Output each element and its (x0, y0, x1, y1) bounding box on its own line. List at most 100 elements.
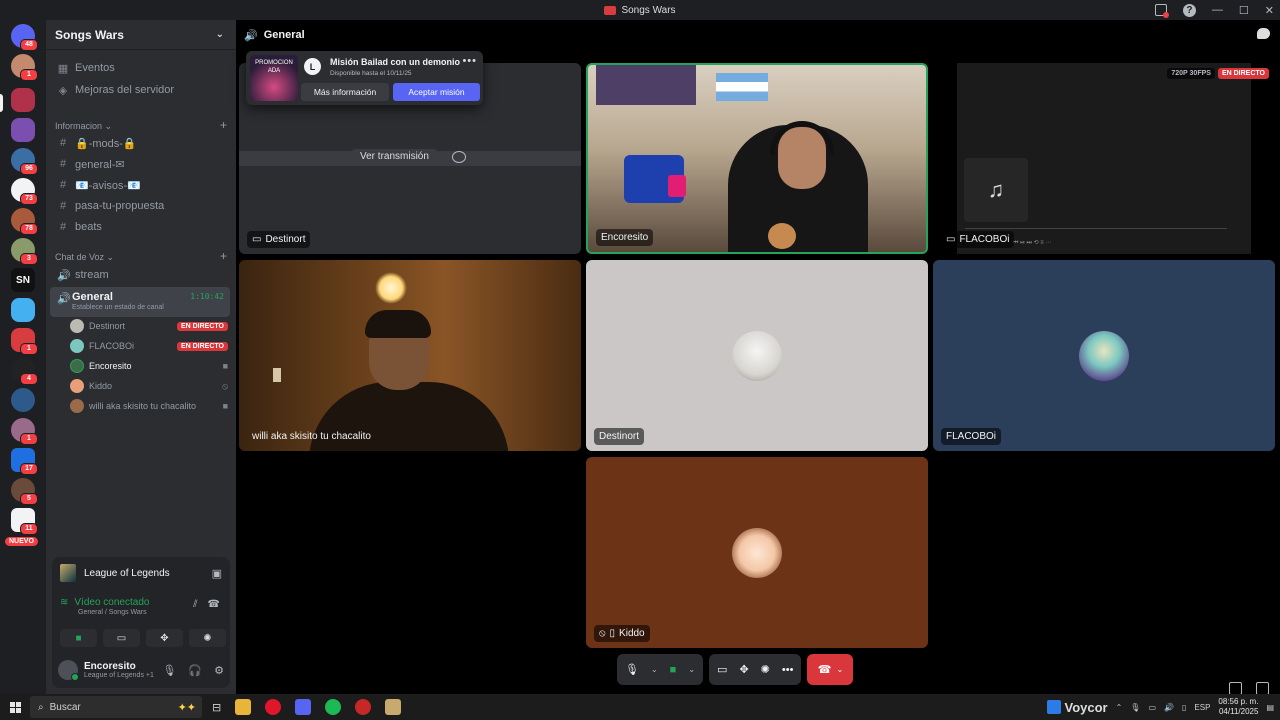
screen-share-icon[interactable]: ▭ (717, 663, 727, 676)
voycor-icon (1047, 700, 1062, 714)
avatar-tile-destinort[interactable]: Destinort (586, 260, 928, 451)
inbox-icon[interactable] (1154, 4, 1169, 18)
voice-user[interactable]: Kiddo ⦸ (70, 377, 228, 395)
category-name: Informacion (55, 121, 103, 131)
volume-icon[interactable]: 🔊 (1164, 703, 1174, 712)
category-informacion[interactable]: Informacion ⌄ + (55, 119, 227, 132)
windows-start-icon[interactable] (0, 701, 30, 713)
channel-avisos[interactable]: # 📧-avisos-📧 (52, 175, 230, 195)
help-icon[interactable]: ? (1182, 3, 1196, 17)
more-options-icon[interactable]: ••• (782, 664, 794, 676)
gear-icon[interactable]: ⚙ (214, 664, 224, 677)
server-icon[interactable]: 1 (11, 54, 38, 81)
activities-button[interactable]: ✥ (146, 629, 183, 647)
language-indicator[interactable]: ESP (1194, 703, 1210, 712)
server-icon[interactable]: 3 (11, 238, 38, 265)
soundboard-icon[interactable]: ✺ (761, 663, 770, 676)
video-tile-encoresito[interactable]: Encoresito (586, 63, 928, 254)
activities-icon[interactable]: ✥ (739, 663, 748, 676)
camera-icon[interactable]: ■ (670, 664, 677, 676)
server-icon[interactable]: 96 (11, 148, 38, 175)
camera-button[interactable]: ■ (60, 629, 97, 647)
watch-stream-button[interactable]: Ver transmisión (352, 149, 437, 164)
mic-tray-icon[interactable]: 🎙 (1130, 703, 1140, 712)
avatar[interactable] (58, 660, 79, 681)
chevron-up-icon[interactable]: ⌃ (1116, 703, 1123, 712)
server-icon[interactable] (11, 118, 35, 142)
channel-beats[interactable]: # beats (52, 217, 230, 237)
add-channel-icon[interactable]: + (220, 250, 227, 263)
maximize-button[interactable]: ☐ (1239, 4, 1249, 17)
server-icon[interactable] (11, 388, 35, 412)
close-button[interactable]: ✕ (1265, 4, 1274, 17)
channel-general-text[interactable]: # general-✉ (52, 154, 230, 174)
screen-share-button[interactable]: ▭ (103, 629, 140, 647)
server-icon[interactable]: 11 (11, 508, 38, 535)
chat-icon[interactable] (1257, 28, 1270, 39)
voice-user[interactable]: FLACOBOi EN DIRECTO (70, 337, 228, 355)
discord-icon[interactable] (295, 699, 312, 715)
chevron-down-icon[interactable]: ⌄ (651, 665, 658, 674)
server-icon[interactable]: 4 (11, 358, 38, 385)
preview-eye-icon[interactable] (452, 151, 466, 163)
accept-quest-button[interactable]: Aceptar misión (393, 83, 480, 101)
server-icon[interactable]: 78 (11, 208, 38, 235)
calendar-icon: ▦ (57, 62, 69, 75)
server-header[interactable]: Songs Wars ⌄ (46, 20, 236, 50)
category-chat-de-voz[interactable]: Chat de Voz ⌄ + (55, 250, 227, 263)
league-client-icon[interactable] (385, 699, 402, 715)
server-icon-sn[interactable]: SN (11, 268, 35, 292)
opera-icon[interactable] (265, 699, 282, 715)
server-boosts-item[interactable]: ◈ Mejoras del servidor (52, 80, 230, 100)
server-icon[interactable]: 1 (11, 328, 38, 355)
channel-status-input[interactable]: Establece un estado de canal (72, 304, 164, 311)
more-info-button[interactable]: Más información (301, 83, 389, 101)
server-icon[interactable]: 1 (11, 418, 38, 445)
voice-channel-stream[interactable]: 🔊 stream (52, 265, 230, 285)
task-view-icon[interactable]: ⊟ (212, 701, 221, 714)
taskbar-search[interactable]: ⌕ Buscar ✦✦ (30, 696, 202, 718)
server-icon[interactable]: 73 (11, 178, 38, 205)
app-icon[interactable] (355, 699, 372, 715)
voice-user[interactable]: willi aka skisito tu chacalito ■ (70, 397, 228, 415)
headphones-icon[interactable]: 🎧 (188, 664, 202, 677)
channel-pasa-tu-propuesta[interactable]: # pasa-tu-propuesta (52, 196, 230, 216)
clock[interactable]: 08:56 p. m. 04/11/2025 (1218, 697, 1258, 717)
chevron-down-icon[interactable]: ⌄ (688, 665, 695, 674)
noise-suppression-icon[interactable]: ⫽ (193, 599, 197, 610)
activity-panel[interactable]: League of Legends ▣ (52, 557, 230, 589)
add-channel-icon[interactable]: + (220, 119, 227, 132)
server-icon[interactable]: 17 (11, 448, 38, 475)
dm-badge: 48 (20, 39, 38, 51)
disconnect-icon[interactable]: ☎ (208, 599, 220, 610)
network-icon[interactable]: ▭ (1148, 703, 1156, 712)
microphone-icon[interactable]: 🎙 (625, 663, 639, 676)
microphone-icon[interactable]: 🎙 (162, 664, 176, 677)
voice-user[interactable]: Destinort EN DIRECTO (70, 317, 228, 335)
notification-icon[interactable]: ▤ (1266, 703, 1274, 712)
more-options-icon[interactable]: ••• (462, 55, 477, 67)
file-explorer-icon[interactable] (235, 699, 252, 715)
voice-channel-general[interactable]: 🔊 General Establece un estado de canal 1… (50, 287, 230, 317)
popout-icon[interactable]: ▣ (212, 567, 222, 580)
spotify-icon[interactable] (325, 699, 342, 715)
server-icon[interactable] (11, 298, 35, 322)
chevron-down-icon[interactable]: ⌄ (836, 665, 843, 674)
voycor-widget[interactable]: Voycor (1047, 700, 1108, 715)
stream-tile-flacoboi[interactable]: ♫ ⏮ ⏯ ⏭ ⟲ ≡ ⋯ 720P 30FPS EN DIRECTO ▭ FLA… (933, 63, 1275, 254)
server-icon-songs-wars[interactable] (11, 88, 35, 112)
events-item[interactable]: ▦ Eventos (52, 58, 230, 78)
direct-messages-icon[interactable]: 48 (11, 24, 38, 51)
battery-icon[interactable]: ▯ (1182, 703, 1186, 712)
voice-user[interactable]: Encoresito ■ (70, 357, 228, 375)
server-icon[interactable]: 5 (11, 478, 38, 505)
video-tile-willi[interactable]: willi aka skisito tu chacalito (239, 260, 581, 451)
soundboard-button[interactable]: ✺ (189, 629, 226, 647)
disconnect-button[interactable]: ☎ ⌄ (807, 654, 854, 685)
avatar-tile-kiddo[interactable]: ⦸ ▯ Kiddo (586, 457, 928, 648)
voice-location[interactable]: General / Songs Wars (78, 609, 222, 616)
minimize-button[interactable]: — (1212, 4, 1223, 16)
channel-mods[interactable]: # 🔒-mods-🔒 (52, 133, 230, 153)
mic-control[interactable]: 🎙 ⌄ ■ ⌄ (617, 654, 704, 685)
avatar-tile-flacoboi[interactable]: FLACOBOi (933, 260, 1275, 451)
